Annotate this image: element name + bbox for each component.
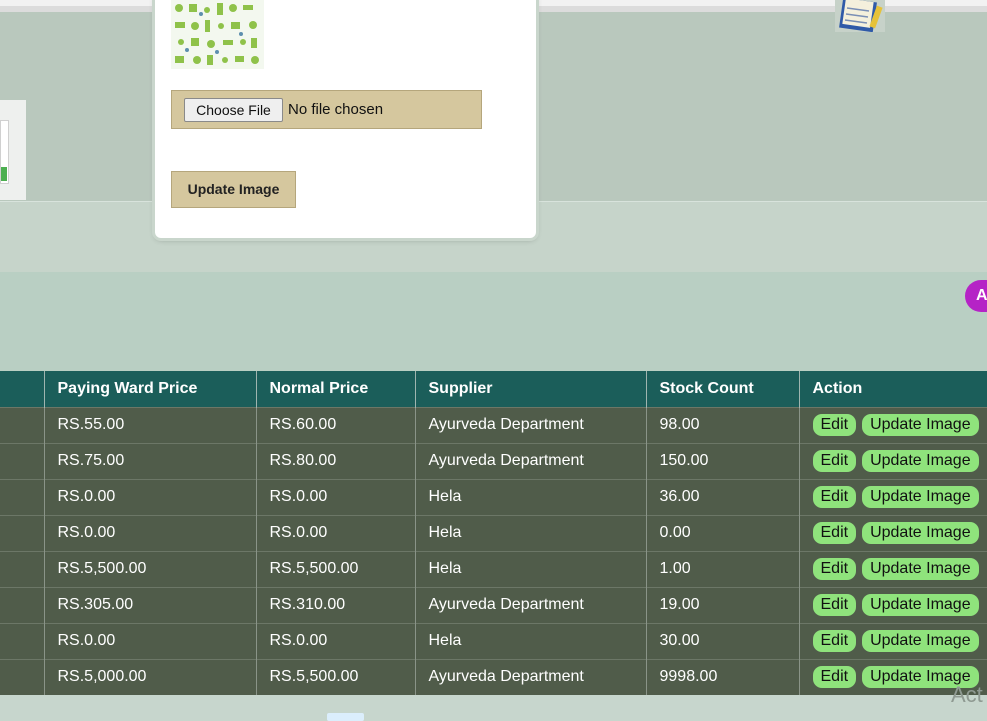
table-cell: [0, 586, 44, 623]
update-image-row-button[interactable]: Update Image: [862, 450, 979, 472]
update-image-row-button[interactable]: Update Image: [862, 522, 979, 544]
paying-ward-price-cell: RS.0.00: [43, 622, 256, 659]
action-cell: Edit Update Image: [798, 406, 987, 443]
supplier-cell: Ayurveda Department: [414, 658, 646, 696]
table-row: RS.305.00 RS.310.00 Ayurveda Department …: [0, 586, 987, 623]
normal-price-cell: RS.60.00: [255, 406, 415, 443]
column-header-normal-price: Normal Price: [255, 371, 415, 407]
edit-button[interactable]: Edit: [812, 486, 857, 508]
edit-button[interactable]: Edit: [812, 630, 857, 652]
notepad-icon[interactable]: [835, 0, 885, 32]
stock-count-cell: 30.00: [645, 622, 799, 659]
update-image-row-button[interactable]: Update Image: [862, 486, 979, 508]
edit-button[interactable]: Edit: [812, 522, 857, 544]
stock-count-cell: 98.00: [645, 406, 799, 443]
action-cell: Edit Update Image: [798, 514, 987, 551]
products-table: Paying Ward Price Normal Price Supplier …: [0, 371, 987, 696]
supplier-cell: Hela: [414, 514, 646, 551]
update-image-row-button[interactable]: Update Image: [862, 630, 979, 652]
activation-watermark: Act: [951, 682, 983, 707]
edit-button[interactable]: Edit: [812, 666, 857, 688]
table-cell: [0, 442, 44, 479]
table-row: RS.0.00 RS.0.00 Hela 0.00 Edit Update Ima…: [0, 514, 987, 551]
column-header-stock-count: Stock Count: [645, 371, 799, 407]
edit-button[interactable]: Edit: [812, 450, 857, 472]
normal-price-cell: RS.0.00: [255, 514, 415, 551]
table-cell: [0, 550, 44, 587]
pagination-highlight[interactable]: [327, 713, 364, 721]
stock-count-cell: 1.00: [645, 550, 799, 587]
table-row: RS.5,000.00 RS.5,500.00 Ayurveda Departm…: [0, 658, 987, 696]
table-row: RS.75.00 RS.80.00 Ayurveda Department 15…: [0, 442, 987, 479]
choose-file-button[interactable]: Choose File: [184, 98, 283, 122]
table-row: RS.55.00 RS.60.00 Ayurveda Department 98…: [0, 406, 987, 443]
paying-ward-price-cell: RS.75.00: [43, 442, 256, 479]
normal-price-cell: RS.0.00: [255, 478, 415, 515]
action-cell: Edit Update Image: [798, 550, 987, 587]
update-image-button[interactable]: Update Image: [171, 171, 296, 208]
action-cell: Edit Update Image: [798, 622, 987, 659]
supplier-cell: Ayurveda Department: [414, 586, 646, 623]
normal-price-cell: RS.0.00: [255, 622, 415, 659]
paying-ward-price-cell: RS.305.00: [43, 586, 256, 623]
column-header-paying-ward-price: Paying Ward Price: [43, 371, 256, 407]
update-image-row-button[interactable]: Update Image: [862, 414, 979, 436]
update-image-row-button[interactable]: Update Image: [862, 594, 979, 616]
supplier-cell: Hela: [414, 478, 646, 515]
normal-price-cell: RS.5,500.00: [255, 550, 415, 587]
stock-count-cell: 0.00: [645, 514, 799, 551]
stock-count-cell: 150.00: [645, 442, 799, 479]
medical-pattern-thumbnail: [171, 0, 264, 69]
normal-price-cell: RS.5,500.00: [255, 658, 415, 696]
table-cell: [0, 514, 44, 551]
column-header: [0, 371, 44, 407]
file-status-text: No file chosen: [288, 101, 384, 118]
table-cell: [0, 658, 44, 696]
page-footer-band: [0, 695, 987, 721]
table-cell: [0, 622, 44, 659]
action-cell: Edit Update Image: [798, 478, 987, 515]
edit-button[interactable]: Edit: [812, 558, 857, 580]
stock-count-cell: 19.00: [645, 586, 799, 623]
paying-ward-price-cell: RS.0.00: [43, 478, 256, 515]
supplier-cell: Ayurveda Department: [414, 442, 646, 479]
page-toolbar-band: [0, 272, 987, 371]
stock-count-cell: 9998.00: [645, 658, 799, 696]
supplier-cell: Ayurveda Department: [414, 406, 646, 443]
stock-count-cell: 36.00: [645, 478, 799, 515]
table-header-row: Paying Ward Price Normal Price Supplier …: [0, 371, 987, 407]
normal-price-cell: RS.80.00: [255, 442, 415, 479]
normal-price-cell: RS.310.00: [255, 586, 415, 623]
file-input-container: Choose File No file chosen: [171, 90, 482, 129]
paying-ward-price-cell: RS.55.00: [43, 406, 256, 443]
update-image-modal: Choose File No file chosen Update Image: [155, 0, 536, 238]
action-cell: Edit Update Image: [798, 442, 987, 479]
paying-ward-price-cell: RS.5,000.00: [43, 658, 256, 696]
paying-ward-price-cell: RS.0.00: [43, 514, 256, 551]
supplier-cell: Hela: [414, 550, 646, 587]
update-image-row-button[interactable]: Update Image: [862, 558, 979, 580]
table-row: RS.0.00 RS.0.00 Hela 30.00 Edit Update Im…: [0, 622, 987, 659]
column-header-supplier: Supplier: [414, 371, 646, 407]
supplier-cell: Hela: [414, 622, 646, 659]
paying-ward-price-cell: RS.5,500.00: [43, 550, 256, 587]
table-cell: [0, 478, 44, 515]
edit-button[interactable]: Edit: [812, 594, 857, 616]
table-cell: [0, 406, 44, 443]
left-thumbnail-image: [0, 120, 9, 184]
column-header-action: Action: [798, 371, 987, 407]
action-cell: Edit Update Image: [798, 586, 987, 623]
table-row: RS.0.00 RS.0.00 Hela 36.00 Edit Update Im…: [0, 478, 987, 515]
table-row: RS.5,500.00 RS.5,500.00 Hela 1.00 Edit Up…: [0, 550, 987, 587]
edit-button[interactable]: Edit: [812, 414, 857, 436]
